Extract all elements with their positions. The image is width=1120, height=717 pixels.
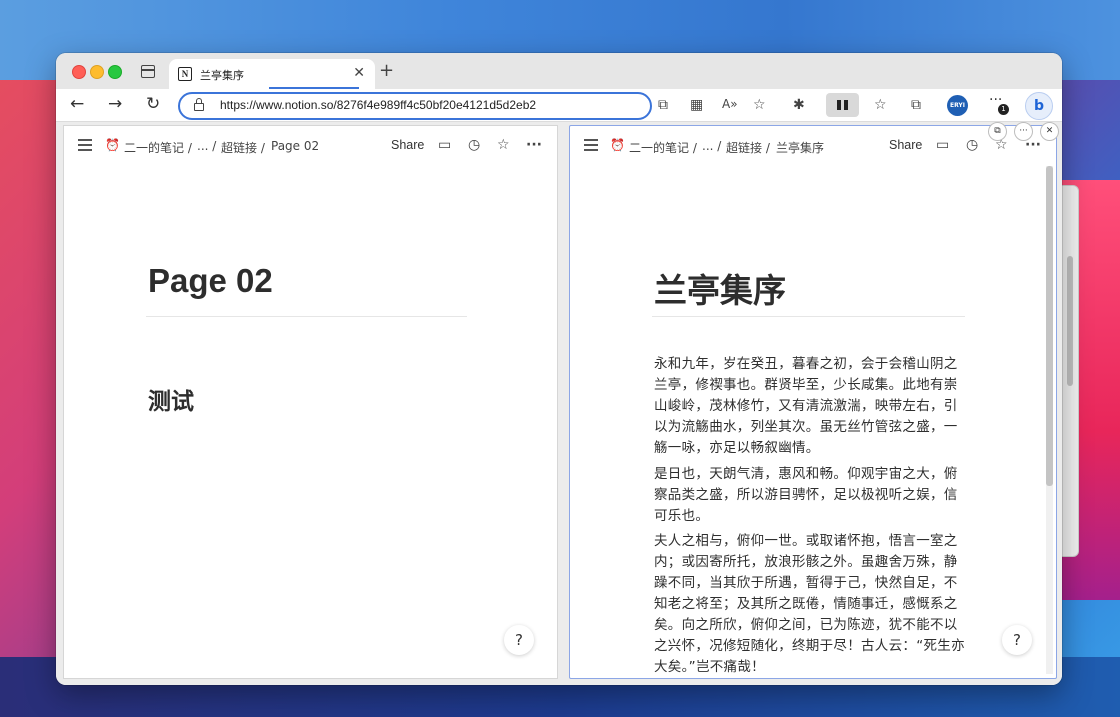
sidebar-menu-icon[interactable] [78,139,92,151]
title-divider [146,316,467,317]
profile-avatar[interactable]: ERYI [947,95,968,116]
page-scrollbar-thumb[interactable] [1046,166,1053,486]
paragraph-block[interactable]: 是日也，天朗气清，惠风和畅。仰观宇宙之大，俯 察品类之盛，所以游目骋怀，足以极视… [654,464,958,527]
text-line: 可乐也。 [654,508,710,524]
url-input[interactable]: https://www.notion.so/8276f4e989ff4c50bf… [178,92,652,120]
text-line: 夫人之相与，俯仰一世。或取诸怀抱，悟言一室之 [654,533,958,549]
sidebar-menu-icon[interactable] [584,139,598,151]
extensions-icon[interactable]: ✱ [793,97,805,113]
favorite-star-icon[interactable]: ☆ [497,137,510,153]
text-line: 是日也，天朗气清，惠风和畅。仰观宇宙之大，俯 [654,466,958,482]
text-line: 矣。向之所欣，俯仰之间，已为陈迹，犹不能不以 [654,617,958,633]
text-line: 躁不同，当其欣于所遇，暂得于己，快然自足，不 [654,575,958,591]
breadcrumb-item-hyperlink[interactable]: 超链接 / [726,139,770,156]
comment-icon[interactable]: ▭ [936,137,949,153]
right-pane: ⏰ 二一的笔记 / ... / 超链接 / 兰亭集序 Share ▭ ◷ ☆ ·… [569,125,1057,679]
tab-actions-icon[interactable] [141,65,155,78]
new-tab-button[interactable]: + [379,60,394,81]
left-pane: ⏰ 二一的笔记 / ... / 超链接 / Page 02 Share ▭ ◷ … [63,125,558,679]
page-title[interactable]: Page 02 [148,262,273,300]
app-available-icon[interactable]: ⧉ [658,97,668,113]
title-divider [652,316,965,317]
paragraph-block[interactable]: 夫人之相与，俯仰一世。或取诸怀抱，悟言一室之 内；或因寄所托，放浪形骸之外。虽趣… [654,531,965,678]
text-line: 之兴怀，况修短随化，终期于尽！古人云：“死生亦 [654,638,965,654]
text-line: 知老之将至；及其所之既倦，情随事迁，感慨系之 [654,596,958,612]
text-line: 内；或因寄所托，放浪形骸之外。虽趣舍万殊，静 [654,554,958,570]
breadcrumb-item-notes[interactable]: 二一的笔记 / [124,139,192,156]
open-in-tab-icon[interactable]: ⧉ [988,122,1007,141]
notion-favicon-icon: N [178,67,192,81]
share-button[interactable]: Share [889,138,922,152]
text-line: 大矣。”岂不痛哉！ [654,659,765,675]
help-button[interactable]: ? [1002,625,1032,655]
reload-icon[interactable]: ↻ [146,94,160,114]
breadcrumb-item-hyperlink[interactable]: 超链接 / [221,139,265,156]
breadcrumb-item-ellipsis[interactable]: ... / [197,139,216,153]
page-scrollbar[interactable] [1046,166,1053,674]
page-title[interactable]: 兰亭集序 [654,264,786,312]
history-clock-icon[interactable]: ◷ [966,137,978,153]
lock-icon[interactable] [194,98,204,111]
minimize-window-button[interactable] [90,65,104,79]
read-aloud-icon[interactable]: A» [722,97,738,111]
pane-more-icon[interactable]: ··· [1014,122,1033,141]
heading-block[interactable]: 测试 [148,382,194,416]
close-tab-icon[interactable]: ✕ [353,65,365,81]
add-favorite-icon[interactable]: ☆ [753,97,766,113]
url-text: https://www.notion.so/8276f4e989ff4c50bf… [220,98,537,112]
text-line: 兰亭，修禊事也。群贤毕至，少长咸集。此地有崇 [654,377,958,393]
collections-icon[interactable]: ⧉ [911,97,921,113]
text-line: 觞一咏，亦足以畅叙幽情。 [654,440,820,456]
breadcrumb-item-current[interactable]: Page 02 [271,139,319,153]
breadcrumb-item-current[interactable]: 兰亭集序 [776,139,824,156]
text-line: 察品类之盛，所以游目骋怀，足以极视听之娱，信 [654,487,958,503]
close-pane-icon[interactable]: ✕ [1040,122,1059,141]
page-emoji-icon[interactable]: ⏰ [105,138,120,152]
right-pane-toolbar: ⏰ 二一的笔记 / ... / 超链接 / 兰亭集序 Share ▭ ◷ ☆ ·… [570,126,1056,166]
left-pane-toolbar: ⏰ 二一的笔记 / ... / 超链接 / Page 02 Share ▭ ◷ … [64,126,557,166]
bing-copilot-button[interactable]: b [1025,92,1053,120]
help-button[interactable]: ? [504,625,534,655]
background-window-scrollbar[interactable] [1067,256,1073,386]
breadcrumb-item-ellipsis[interactable]: ... / [702,139,721,153]
back-arrow-icon[interactable]: ← [70,94,84,114]
close-window-button[interactable] [72,65,86,79]
split-view-content: ⏰ 二一的笔记 / ... / 超链接 / Page 02 Share ▭ ◷ … [56,122,1062,685]
breadcrumb-item-notes[interactable]: 二一的笔记 / [629,139,697,156]
comment-icon[interactable]: ▭ [438,137,451,153]
maximize-window-button[interactable] [108,65,122,79]
text-line: 以为流觞曲水，列坐其次。虽无丝竹管弦之盛，一 [654,419,958,435]
page-emoji-icon[interactable]: ⏰ [610,138,625,152]
address-bar: ← → ↻ https://www.notion.so/8276f4e989ff… [56,89,1062,122]
browser-window: N 兰亭集序 ✕ + ← → ↻ https://www.notion.so/8… [56,53,1062,685]
tab-active[interactable]: N 兰亭集序 ✕ [169,59,375,89]
share-button[interactable]: Share [391,138,424,152]
text-line: 永和九年，岁在癸丑，暮春之初，会于会稽山阴之 [654,356,958,372]
tab-bar: N 兰亭集序 ✕ + [56,53,1062,89]
favorites-icon[interactable]: ☆ [874,97,887,113]
notification-badge: 1 [998,104,1009,115]
split-screen-button[interactable] [826,93,859,117]
tab-title: 兰亭集序 [200,69,244,82]
history-clock-icon[interactable]: ◷ [468,137,480,153]
qr-code-icon[interactable]: ▦ [690,97,703,113]
forward-arrow-icon[interactable]: → [108,94,122,114]
text-line: 山峻岭，茂林修竹，又有清流激湍，映带左右，引 [654,398,958,414]
paragraph-block[interactable]: 永和九年，岁在癸丑，暮春之初，会于会稽山阴之 兰亭，修禊事也。群贤毕至，少长咸集… [654,354,958,459]
more-options-icon[interactable]: ··· [526,137,542,153]
